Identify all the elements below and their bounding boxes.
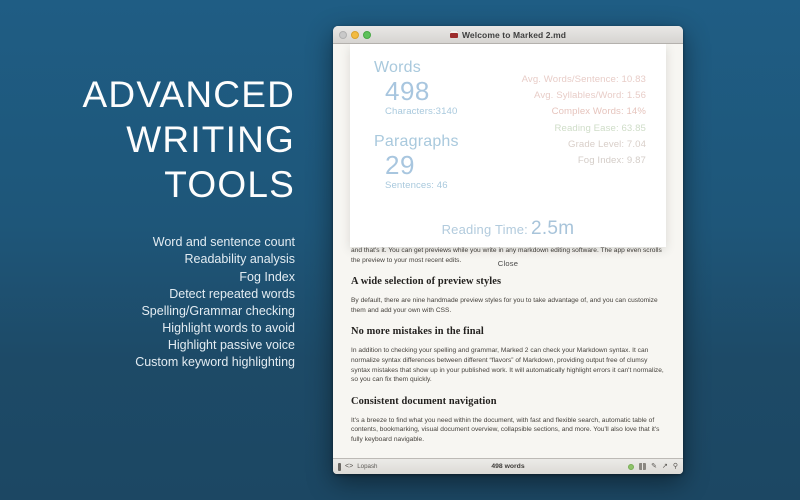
fog-index: Fog Index: 9.87 [577, 155, 646, 167]
window-title: Welcome to Marked 2.md [461, 29, 567, 40]
minimize-window-button[interactable] [351, 30, 359, 39]
pencil-icon[interactable]: ✎ [651, 463, 657, 470]
list-item: Highlight words to avoid [162, 321, 295, 336]
reading-ease: Reading Ease: 63.85 [554, 122, 646, 134]
statistics-readability-column: Avg. Words/Sentence: 10.83 Avg. Syllable… [501, 58, 650, 169]
words-label: Words [374, 59, 421, 76]
app-window: Welcome to Marked 2.md Words 498 Charact… [333, 26, 683, 474]
traffic-lights [339, 30, 371, 39]
status-bar-right: ✎ ↗ ⚲ [628, 463, 678, 470]
paragraphs-value: 29 [385, 150, 415, 180]
zoom-window-button[interactable] [363, 30, 371, 39]
list-item: Custom keyword highlighting [135, 355, 295, 370]
list-item: Readability analysis [184, 252, 295, 267]
list-item: Fog Index [239, 269, 295, 284]
paragraph: By default, there are nine handmade prev… [351, 297, 658, 314]
statistics-modal: Words 498 Characters:3140 Paragraphs 29 … [350, 44, 666, 268]
window-title-group: Welcome to Marked 2.md [333, 30, 683, 40]
share-icon[interactable]: ↗ [662, 463, 668, 470]
complex-words: Complex Words: 14% [551, 106, 646, 118]
avg-syllables-per-word: Avg. Syllables/Word: 1.56 [534, 90, 646, 102]
promo-title-line-2: WRITING [126, 119, 295, 160]
reading-time-label: Reading Time: [441, 222, 528, 237]
document-preview-area[interactable]: Words 498 Characters:3140 Paragraphs 29 … [333, 44, 683, 458]
words-block: Words 498 Characters:3140 [374, 58, 501, 118]
promo-pane: ADVANCED WRITING TOOLS Word and sentence… [0, 0, 320, 500]
status-dot-icon[interactable] [628, 463, 635, 470]
reading-time-row: Reading Time: 2.5m [366, 218, 650, 240]
grade-level: Grade Level: 7.04 [568, 138, 646, 150]
words-value: 498 [385, 76, 430, 106]
reading-time-value: 2.5m [530, 218, 575, 239]
section-heading: Consistent document navigation [351, 395, 497, 407]
statistics-columns: Words 498 Characters:3140 Paragraphs 29 … [366, 58, 650, 206]
section-heading: No more mistakes in the final [351, 326, 484, 338]
sentences-value: Sentences: 46 [385, 180, 448, 191]
promo-title: ADVANCED WRITING TOOLS [0, 72, 295, 207]
code-icon[interactable]: <> [345, 463, 353, 470]
columns-icon[interactable] [639, 463, 647, 470]
promo-title-line-3: TOOLS [164, 164, 295, 205]
paragraph: It's a breeze to find what you need with… [351, 416, 660, 443]
characters-value: Characters:3140 [385, 106, 458, 117]
list-item: Highlight passive voice [167, 338, 295, 353]
promo-title-line-1: ADVANCED [82, 74, 295, 115]
paragraph: In addition to checking your spelling an… [351, 347, 664, 384]
list-item: Detect repeated words [169, 286, 295, 301]
status-bar: <> Lopash 498 words ✎ ↗ ⚲ [333, 458, 683, 474]
preview-style-name[interactable]: Lopash [357, 463, 377, 470]
statistics-primary-column: Words 498 Characters:3140 Paragraphs 29 … [366, 58, 501, 206]
list-item: Spelling/Grammar checking [141, 303, 295, 318]
close-window-button[interactable] [339, 30, 347, 39]
promo-feature-list: Word and sentence count Readability anal… [0, 234, 295, 371]
window-titlebar[interactable]: Welcome to Marked 2.md [333, 26, 683, 44]
close-row: Close [366, 253, 650, 271]
close-button[interactable]: Close [498, 259, 518, 268]
avg-words-per-sentence: Avg. Words/Sentence: 10.83 [521, 74, 646, 85]
section-heading: A wide selection of preview styles [351, 276, 502, 288]
pin-icon[interactable] [338, 462, 341, 471]
status-bar-left: <> Lopash [338, 462, 378, 471]
paragraphs-label: Paragraphs [374, 133, 459, 150]
document-icon [449, 31, 458, 38]
search-icon[interactable]: ⚲ [673, 463, 678, 470]
paragraphs-block: Paragraphs 29 Sentences: 46 [374, 132, 501, 192]
list-item: Word and sentence count [152, 235, 295, 250]
